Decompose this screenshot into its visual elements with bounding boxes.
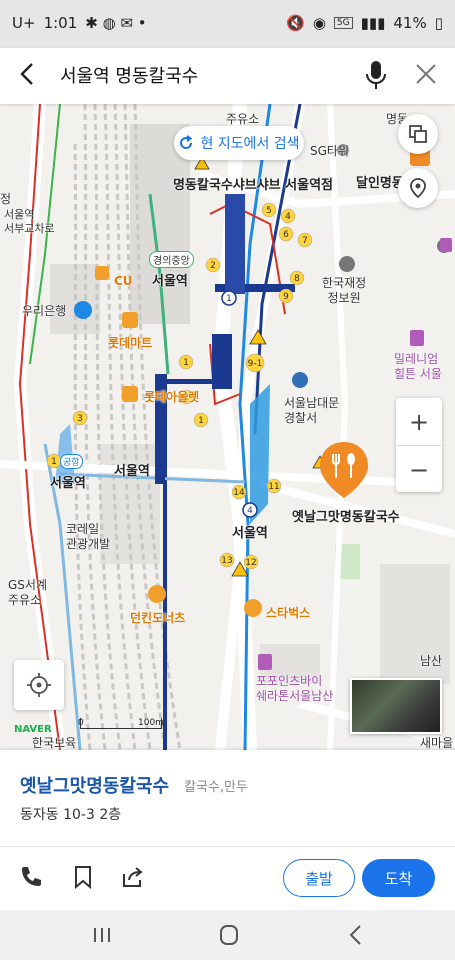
map-label-lotte-mart[interactable]: 롯데마트	[108, 334, 152, 351]
network-label: 5G	[333, 17, 353, 29]
svg-text:4: 4	[247, 506, 253, 516]
svg-text:1: 1	[198, 416, 204, 426]
place-name[interactable]: 옛날그맛명동칼국수	[20, 772, 169, 798]
divider	[0, 846, 455, 847]
svg-text:3: 3	[77, 414, 83, 424]
place-info-sheet: 옛날그맛명동칼국수 칼국수,만두 동자동 10-3 2층 출발 도착	[0, 750, 455, 910]
map-view[interactable]: 245 678 912 131 14 13 11 9-1 12 14 명동칼국수샤브샤…	[0, 104, 455, 750]
map-label-target[interactable]: 옛날그맛명동칼국수	[292, 506, 400, 525]
place-category: 칼국수,만두	[184, 780, 248, 795]
svg-text:9: 9	[283, 292, 289, 302]
map-label-cu[interactable]: CU	[114, 274, 133, 288]
svg-text:9-1: 9-1	[248, 359, 263, 369]
map-label-jeong: 정	[0, 192, 12, 206]
map-label-starbucks[interactable]: 스타벅스	[266, 604, 310, 621]
svg-text:8: 8	[294, 274, 300, 284]
map-background: 245 678 912 131 141311 9-112 14	[0, 104, 455, 750]
zoom-out-button[interactable]: −	[396, 446, 442, 493]
map-label-seoul-station-center[interactable]: 서울역	[114, 460, 150, 479]
search-bar: 서울역 명동칼국수	[0, 48, 455, 104]
svg-text:12: 12	[245, 558, 256, 568]
location-pin-button[interactable]	[398, 168, 438, 208]
map-label-namdaemun[interactable]: 서울남대문 경찰서	[284, 396, 339, 426]
share-icon[interactable]	[120, 864, 146, 890]
map-label-seoul-station-bottom[interactable]: 서울역	[232, 522, 268, 541]
svg-text:4: 4	[285, 212, 291, 222]
time-label: 1:01	[43, 14, 78, 32]
map-label-hanguk: 한국보육	[32, 736, 77, 750]
depart-button[interactable]: 출발	[283, 859, 355, 897]
map-label-seomaeul: 새마을	[420, 736, 454, 750]
svg-text:14: 14	[233, 488, 245, 498]
map-label-finance[interactable]: 한국재정 정보원	[322, 276, 366, 306]
map-label-gs[interactable]: GS서계 주유소	[8, 578, 47, 608]
map-label-juyuso: 주유소	[226, 112, 260, 126]
status-bar: U+ 1:01 ✱ ◍ ✉ • 🔇 ◉ 5G ▮▮▮ 41% ▯	[0, 0, 455, 48]
map-label-woori[interactable]: 우리은행	[22, 302, 66, 319]
signal-icon: ▮▮▮	[360, 14, 386, 32]
notification-icon: ✱ ◍ ✉ •	[85, 14, 147, 32]
map-label-dunkin[interactable]: 던킨도너츠	[130, 609, 185, 626]
map-label-restaurant-shabu[interactable]: 명동칼국수샤브샤브 서울역점	[173, 174, 333, 193]
phone-icon[interactable]	[18, 864, 44, 890]
place-address: 동자동 10-3 2층	[20, 807, 122, 823]
map-label-millennium[interactable]: 밀레니엄 힐튼 서울	[394, 352, 442, 382]
map-pin-icon	[410, 178, 426, 199]
svg-text:13: 13	[221, 556, 232, 566]
svg-text:7: 7	[302, 236, 308, 246]
mic-icon[interactable]	[362, 58, 390, 92]
battery-label: 41%	[393, 14, 427, 32]
refresh-icon	[180, 135, 193, 149]
battery-icon: ▯	[434, 14, 443, 32]
svg-text:1: 1	[183, 358, 189, 368]
svg-text:1: 1	[51, 457, 57, 467]
map-label-fourpoints[interactable]: 포포인츠바이 쉐라톤서울남산	[256, 674, 333, 704]
bookmark-icon[interactable]	[70, 864, 96, 890]
map-label-seobu: 서울역 서부교차로	[4, 208, 55, 235]
zoom-control: + −	[396, 398, 442, 492]
map-label-gongang: 공항	[60, 454, 83, 469]
svg-text:6: 6	[283, 230, 289, 240]
crosshair-icon	[27, 673, 51, 697]
map-label-korail[interactable]: 코레일 관광개발	[66, 522, 110, 552]
back-nav-icon[interactable]	[342, 922, 370, 948]
map-label-dalin[interactable]: 달인명동	[356, 172, 404, 191]
carrier-label: U+	[12, 14, 36, 32]
layers-button[interactable]	[398, 114, 438, 154]
map-label-nasan: 남산	[420, 654, 443, 668]
svg-text:2: 2	[210, 261, 216, 271]
map-label-sg-tower[interactable]: SG타워	[310, 142, 349, 159]
map-label-lotte-outlet[interactable]: 롯데아울렛	[144, 388, 199, 405]
arrive-button[interactable]: 도착	[362, 859, 435, 897]
close-icon[interactable]	[412, 60, 440, 88]
mute-icon: 🔇	[286, 14, 305, 32]
research-map-button[interactable]: 현 지도에서 검색	[174, 126, 304, 160]
research-map-label: 현 지도에서 검색	[200, 136, 300, 152]
svg-text:1: 1	[226, 294, 232, 304]
map-scale-right: 100m	[138, 718, 164, 728]
zoom-in-button[interactable]: +	[396, 398, 442, 446]
layers-icon	[409, 125, 427, 143]
home-icon[interactable]	[215, 922, 243, 948]
recent-apps-icon[interactable]	[88, 922, 116, 948]
map-scale-left: 0	[78, 718, 84, 728]
naver-logo: NAVER	[14, 724, 52, 735]
map-label-gyeongui: 경의중앙	[149, 251, 194, 268]
map-label-seoul-station-top[interactable]: 서울역	[152, 270, 188, 289]
svg-text:11: 11	[268, 482, 279, 492]
back-arrow-icon[interactable]	[14, 60, 42, 88]
current-location-button[interactable]	[14, 660, 64, 710]
restaurant-marker-icon[interactable]	[316, 440, 372, 500]
map-label-seoul-station-left[interactable]: 서울역	[50, 472, 86, 491]
svg-text:5: 5	[266, 206, 272, 216]
system-nav-bar	[0, 910, 455, 960]
location-status-icon: ◉	[312, 14, 326, 32]
search-query[interactable]: 서울역 명동칼국수	[60, 62, 198, 88]
street-view-thumbnail[interactable]	[350, 678, 442, 734]
